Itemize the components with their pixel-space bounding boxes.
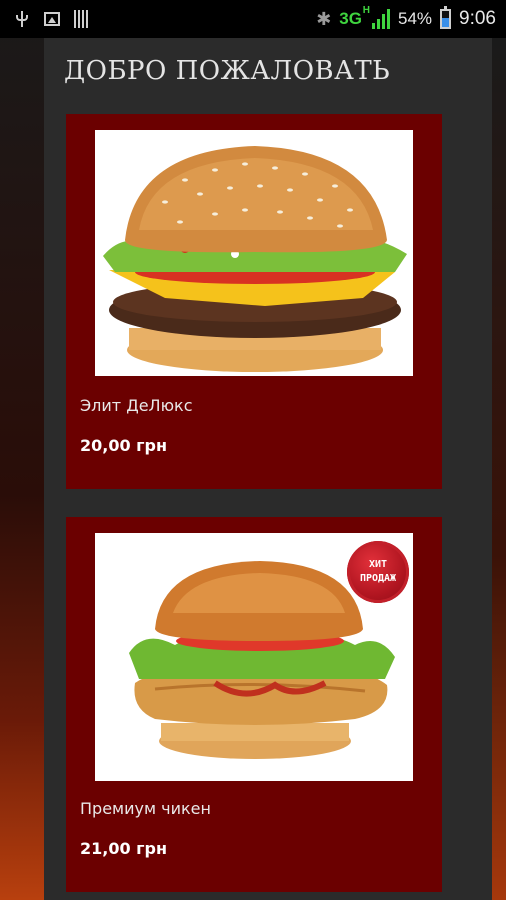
network-indicator: 3G H bbox=[339, 5, 390, 29]
product-price: 21,00 грн bbox=[80, 839, 168, 858]
product-card[interactable]: Элит ДеЛюкс 20,00 грн bbox=[66, 114, 442, 489]
page-title: ДОБРО ПОЖАЛОВАТЬ bbox=[64, 56, 391, 86]
background-edge bbox=[492, 38, 506, 900]
usb-icon bbox=[14, 9, 30, 29]
product-image-burger bbox=[95, 130, 413, 376]
bluetooth-icon: ✱ bbox=[316, 8, 332, 30]
best-seller-badge: ХИТ ПРОДАЖ bbox=[347, 541, 409, 603]
battery-percent: 54% bbox=[397, 9, 433, 28]
image-notification-icon bbox=[44, 12, 60, 26]
clock: 9:06 bbox=[459, 8, 496, 29]
signal-bars-icon bbox=[371, 9, 390, 29]
product-price: 20,00 грн bbox=[80, 436, 168, 455]
battery-icon bbox=[440, 6, 452, 29]
product-name: Элит ДеЛюкс bbox=[80, 396, 193, 415]
network-type: 3G H bbox=[339, 5, 370, 28]
network-sub: H bbox=[362, 5, 370, 16]
status-bar: ✱ 3G H 54% 9:06 bbox=[0, 0, 506, 38]
product-card[interactable]: ХИТ ПРОДАЖ Премиум чикен 21,00 грн bbox=[66, 517, 442, 892]
product-image-chicken-burger: ХИТ ПРОДАЖ bbox=[95, 533, 413, 781]
product-name: Премиум чикен bbox=[80, 799, 211, 818]
sd-card-icon bbox=[74, 10, 88, 28]
